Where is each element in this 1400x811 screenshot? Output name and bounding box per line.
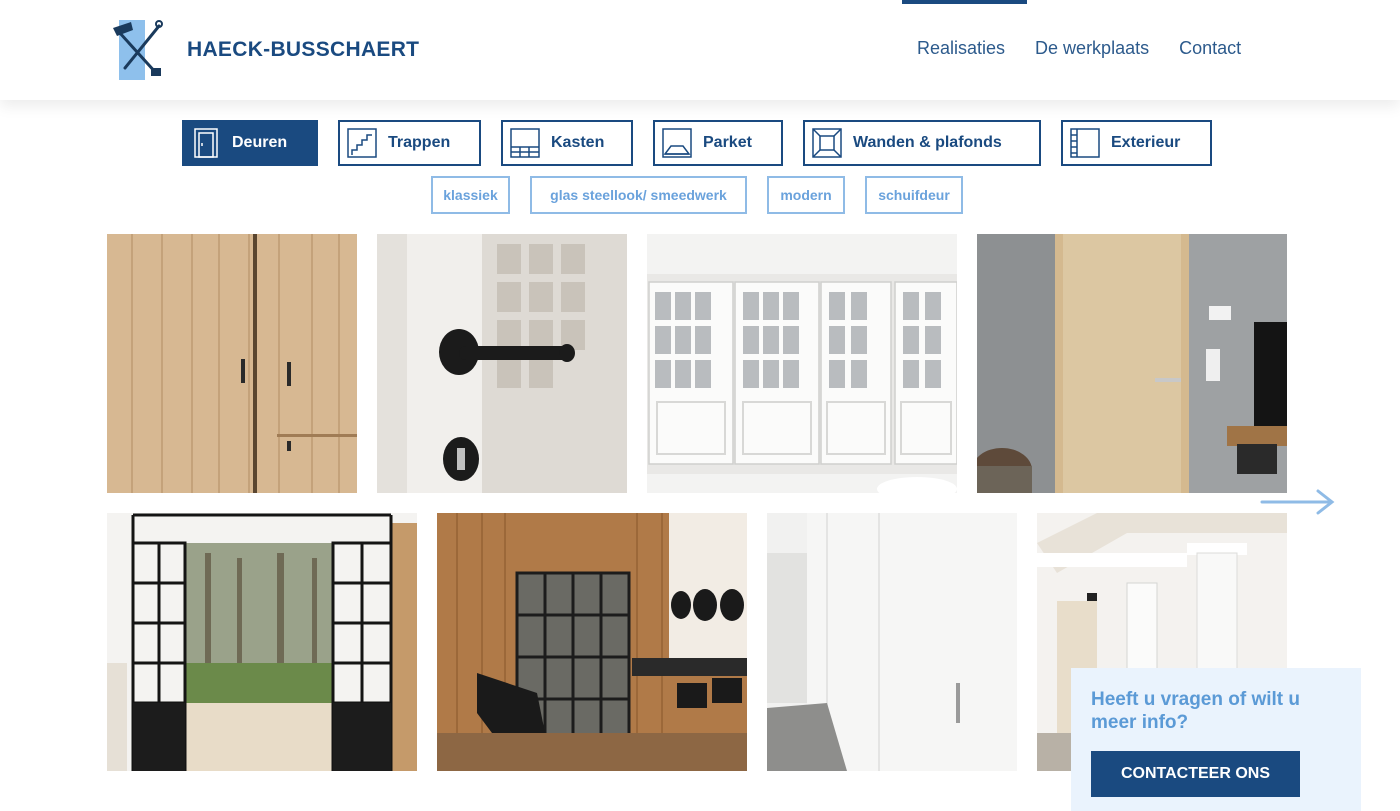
contact-button[interactable]: CONTACTEER ONS: [1091, 751, 1300, 797]
wall-panel-icon: [811, 127, 843, 159]
category-parket[interactable]: Parket: [653, 120, 783, 166]
cabinet-icon: [509, 127, 541, 159]
nav-contact[interactable]: Contact: [1179, 38, 1241, 59]
category-label: Parket: [703, 134, 752, 151]
gallery-photo-flush-door[interactable]: [977, 234, 1287, 493]
gallery-photo-white-wardrobe[interactable]: [767, 513, 1017, 771]
brand-name[interactable]: HAECK-BUSSCHAERT: [187, 38, 419, 62]
contact-question: Heeft u vragen of wilt u meer info?: [1091, 689, 1301, 733]
category-label: Kasten: [551, 134, 605, 151]
parquet-icon: [661, 127, 693, 159]
category-label: Exterieur: [1111, 134, 1181, 151]
subfilter-klassiek[interactable]: klassiek: [431, 176, 510, 214]
category-label: Trappen: [388, 134, 451, 151]
subfilter-bar: klassiek glas steellook/ smeedwerk moder…: [0, 176, 1400, 214]
nav-active-indicator: [902, 0, 1027, 4]
door-icon: [190, 127, 222, 159]
exterior-icon: [1069, 127, 1101, 159]
gallery-photo-steel-double-doors[interactable]: [107, 513, 417, 771]
category-wanden-plafonds[interactable]: Wanden & plafonds: [803, 120, 1041, 166]
stairs-icon: [346, 127, 378, 159]
category-exterieur[interactable]: Exterieur: [1061, 120, 1212, 166]
subfilter-schuifdeur[interactable]: schuifdeur: [865, 176, 963, 214]
category-trappen[interactable]: Trappen: [338, 120, 481, 166]
site-header: HAECK-BUSSCHAERT Realisaties De werkplaa…: [0, 0, 1400, 100]
subfilter-glas-steellook[interactable]: glas steellook/ smeedwerk: [530, 176, 747, 214]
category-filter-bar: Deuren Trappen Kasten Parket Wanden & pl…: [0, 120, 1400, 166]
nav-realisaties[interactable]: Realisaties: [917, 38, 1005, 59]
contact-callout: Heeft u vragen of wilt u meer info? CONT…: [1071, 668, 1361, 811]
gallery-photo-salon-glass-door[interactable]: [437, 513, 747, 771]
arrow-right-icon[interactable]: [1260, 488, 1336, 516]
main-nav: Realisaties De werkplaats Contact: [917, 38, 1241, 59]
gallery-photo-white-glass-doors[interactable]: [647, 234, 957, 493]
subfilter-modern[interactable]: modern: [767, 176, 845, 214]
hammer-and-tools-icon[interactable]: [111, 18, 167, 82]
gallery-photo-oak-doors[interactable]: [107, 234, 357, 493]
category-deuren[interactable]: Deuren: [182, 120, 318, 166]
category-label: Deuren: [232, 134, 288, 151]
category-label: Wanden & plafonds: [853, 134, 1002, 151]
category-kasten[interactable]: Kasten: [501, 120, 633, 166]
nav-de-werkplaats[interactable]: De werkplaats: [1035, 38, 1149, 59]
gallery-photo-door-handle[interactable]: [377, 234, 627, 493]
